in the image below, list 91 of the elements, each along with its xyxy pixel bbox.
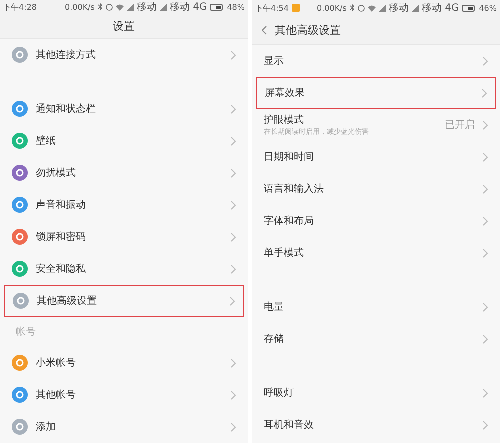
- row-label: 其他高级设置: [37, 294, 98, 308]
- settings-row[interactable]: 电量: [252, 291, 500, 323]
- network-speed: 0.00K/s: [65, 2, 95, 12]
- row-label: 显示: [264, 55, 285, 68]
- settings-row[interactable]: 锁屏和密码: [0, 221, 248, 253]
- settings-row[interactable]: 其他高级设置: [4, 285, 244, 317]
- status-time: 下午4:28: [3, 2, 37, 12]
- chevron-icon: [483, 56, 488, 66]
- bluetooth-icon: [98, 3, 103, 11]
- signal-icon: [160, 4, 167, 10]
- settings-row[interactable]: 添加: [0, 411, 248, 443]
- chevron-icon: [483, 302, 488, 312]
- chevron-icon: [231, 390, 236, 400]
- chevron-icon: [483, 184, 488, 194]
- settings-row[interactable]: 安全和隐私: [0, 253, 248, 285]
- settings-row[interactable]: 显示: [252, 45, 500, 77]
- row-label: 其他连接方式: [36, 48, 97, 62]
- settings-row[interactable]: 通知和状态栏: [0, 93, 248, 125]
- settings-row[interactable]: 屏幕效果: [256, 77, 496, 109]
- settings-row[interactable]: 勿扰模式: [0, 157, 248, 189]
- row-label: 护眼模式: [264, 114, 305, 127]
- chevron-icon: [483, 216, 488, 226]
- screen-title: 其他高级设置: [275, 22, 341, 38]
- settings-row[interactable]: 呼吸灯: [252, 377, 500, 409]
- settings-row[interactable]: 声音和振动: [0, 189, 248, 221]
- chevron-icon: [231, 136, 236, 146]
- carrier-name: 移动 4G: [170, 1, 208, 14]
- chevron-icon: [483, 334, 488, 344]
- carrier-name: 移动 4G: [422, 2, 460, 15]
- carrier-name: 移动: [136, 1, 157, 14]
- chevron-icon: [483, 120, 488, 130]
- status-time: 下午4:54: [255, 2, 289, 14]
- row-label: 锁屏和密码: [36, 230, 87, 244]
- section-header: 帐号: [16, 326, 36, 339]
- row-label: 安全和隐私: [36, 262, 87, 276]
- settings-row[interactable]: 其他连接方式: [0, 39, 248, 71]
- chevron-icon: [231, 264, 236, 274]
- wifi-icon: [116, 4, 124, 10]
- chevron-icon: [483, 388, 488, 398]
- screen-title: 设置: [113, 18, 135, 34]
- settings-row[interactable]: 语言和输入法: [252, 173, 500, 205]
- row-label: 添加: [36, 420, 57, 434]
- settings-row[interactable]: 单手模式: [252, 237, 500, 269]
- row-label: 声音和振动: [36, 198, 87, 212]
- row-label: 耳机和音效: [264, 418, 315, 432]
- chevron-icon: [231, 50, 236, 60]
- row-label: 屏幕效果: [265, 86, 306, 100]
- back-icon[interactable]: [262, 26, 267, 34]
- signal-icon: [378, 4, 386, 12]
- settings-row[interactable]: 其他帐号: [0, 379, 248, 411]
- battery-icon: [462, 4, 476, 12]
- row-label: 日期和时间: [264, 150, 315, 164]
- chevron-icon: [231, 104, 236, 114]
- battery-percent: 48%: [227, 2, 245, 12]
- settings-row[interactable]: 存储: [252, 323, 500, 355]
- row-label: 通知和状态栏: [36, 102, 97, 116]
- row-label: 壁纸: [36, 134, 57, 148]
- settings-row[interactable]: 字体和布局: [252, 205, 500, 237]
- row-label: 单手模式: [264, 246, 305, 260]
- chevron-icon: [231, 168, 236, 178]
- row-label: 呼吸灯: [264, 386, 295, 400]
- row-value: 已开启: [445, 118, 475, 132]
- chevron-icon: [483, 152, 488, 162]
- bluetooth-icon: [350, 4, 355, 12]
- row-label: 其他帐号: [36, 388, 77, 402]
- wifi-icon: [368, 4, 376, 12]
- chevron-icon: [231, 232, 236, 242]
- settings-row[interactable]: 日期和时间: [252, 141, 500, 173]
- chevron-icon: [231, 358, 236, 368]
- chevron-icon: [231, 200, 236, 210]
- notification-icon: [292, 4, 300, 12]
- row-label: 勿扰模式: [36, 166, 77, 180]
- battery-percent: 46%: [479, 4, 497, 12]
- settings-row[interactable]: 壁纸: [0, 125, 248, 157]
- chevron-icon: [483, 420, 488, 430]
- signal-icon: [412, 4, 419, 12]
- row-label: 小米帐号: [36, 356, 77, 370]
- network-speed: 0.00K/s: [317, 4, 347, 12]
- chevron-icon: [231, 422, 236, 432]
- signal-icon: [126, 4, 134, 10]
- chevron-icon: [483, 248, 488, 258]
- row-label: 语言和输入法: [264, 182, 325, 196]
- settings-row[interactable]: 小米帐号: [0, 347, 248, 379]
- settings-row[interactable]: 耳机和音效: [252, 409, 500, 441]
- chevron-icon: [230, 296, 235, 306]
- row-label: 存储: [264, 332, 285, 346]
- battery-icon: [210, 4, 224, 10]
- carrier-name: 移动: [388, 2, 409, 15]
- chevron-icon: [482, 88, 487, 98]
- row-label: 电量: [264, 300, 285, 314]
- row-label: 字体和布局: [264, 214, 315, 228]
